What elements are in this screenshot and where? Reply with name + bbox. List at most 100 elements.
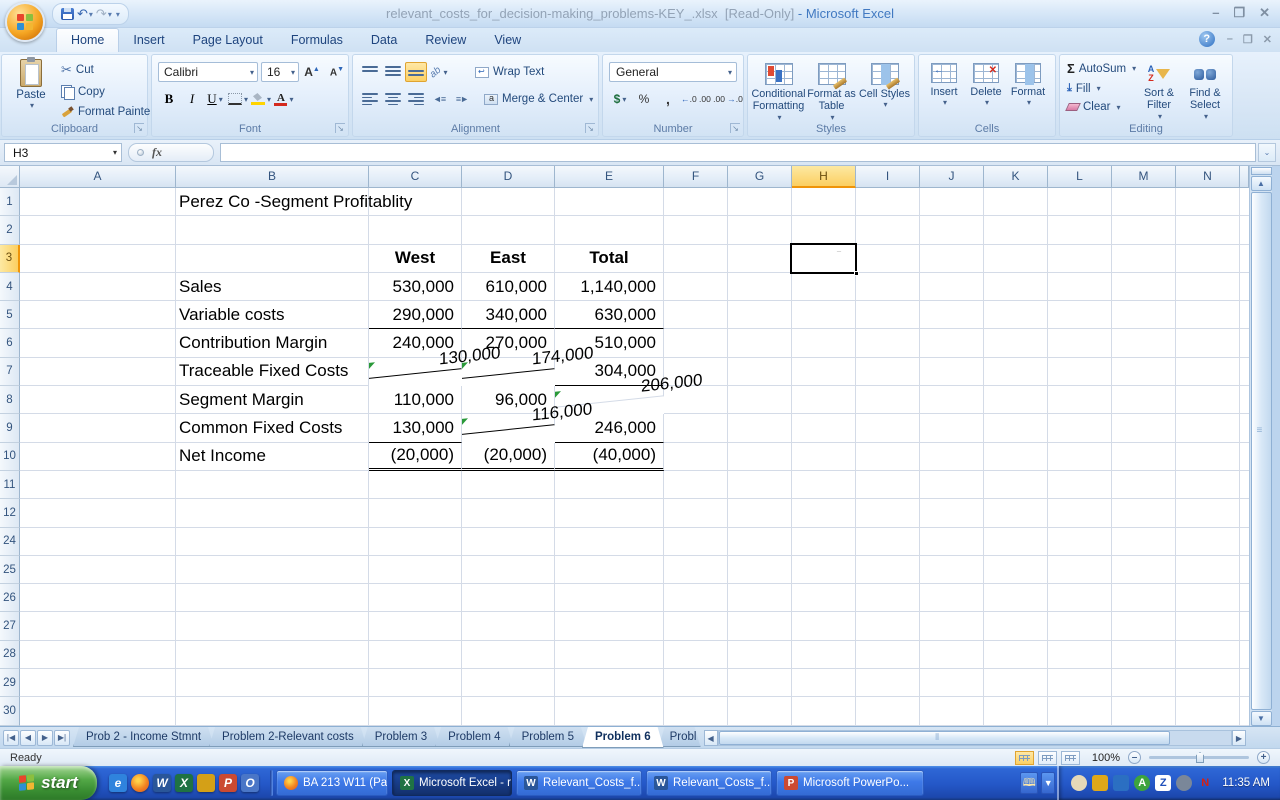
cell-J3[interactable] <box>920 245 984 273</box>
cell-E11[interactable] <box>555 471 664 499</box>
close-button[interactable]: ✕ <box>1259 5 1270 21</box>
cell-J5[interactable] <box>920 301 984 329</box>
cell-J25[interactable] <box>920 556 984 584</box>
cell-I7[interactable] <box>856 358 920 386</box>
cell-A24[interactable] <box>20 528 176 556</box>
cell-L3[interactable] <box>1048 245 1112 273</box>
cell-L5[interactable] <box>1048 301 1112 329</box>
cell-H12[interactable] <box>792 499 856 527</box>
cell-F9[interactable] <box>664 414 728 442</box>
decrease-decimal-button[interactable]: .00 →.0 <box>713 89 743 109</box>
cell-C4[interactable]: 530,000 <box>369 273 462 301</box>
cell-B30[interactable] <box>176 697 369 725</box>
zoom-level[interactable]: 100% <box>1092 752 1120 764</box>
cell-D24[interactable] <box>462 528 555 556</box>
cell-B9[interactable]: Common Fixed Costs <box>176 414 369 442</box>
cell-J2[interactable] <box>920 216 984 244</box>
cell-D1[interactable] <box>462 188 555 216</box>
column-header-G[interactable]: G <box>728 166 792 188</box>
cell-C8[interactable]: 110,000 <box>369 386 462 414</box>
cell-F11[interactable] <box>664 471 728 499</box>
cell-B29[interactable] <box>176 669 369 697</box>
cell-N4[interactable] <box>1176 273 1240 301</box>
cell-H9[interactable] <box>792 414 856 442</box>
restore-button[interactable]: ❐ <box>1233 5 1245 21</box>
cell-H24[interactable] <box>792 528 856 556</box>
cell-B3[interactable] <box>176 245 369 273</box>
align-bottom-button[interactable] <box>405 62 427 82</box>
workbook-restore-button[interactable]: ❐ <box>1243 33 1253 46</box>
cell-J28[interactable] <box>920 641 984 669</box>
minimize-button[interactable]: – <box>1212 5 1219 21</box>
cell-K3[interactable] <box>984 245 1048 273</box>
cell-H26[interactable] <box>792 584 856 612</box>
cell-K8[interactable] <box>984 386 1048 414</box>
cell-N5[interactable] <box>1176 301 1240 329</box>
cell-C27[interactable] <box>369 612 462 640</box>
task-button-microsoft-excel-r[interactable]: XMicrosoft Excel - r... <box>392 770 512 796</box>
cell-E10[interactable]: (40,000) <box>555 443 664 471</box>
cell-B24[interactable] <box>176 528 369 556</box>
name-box[interactable]: H3▾ <box>4 143 122 162</box>
formula-input[interactable] <box>220 143 1256 162</box>
globe-icon[interactable] <box>1176 775 1192 791</box>
cell-J11[interactable] <box>920 471 984 499</box>
row-header-12[interactable]: 12 <box>0 499 20 527</box>
cell-M28[interactable] <box>1112 641 1176 669</box>
ribbon-tab-review[interactable]: Review <box>411 29 480 52</box>
cell-N29[interactable] <box>1176 669 1240 697</box>
number-dialog-launcher-icon[interactable]: ↘ <box>730 123 740 133</box>
cell-A6[interactable] <box>20 329 176 357</box>
ribbon-tab-insert[interactable]: Insert <box>119 29 178 52</box>
cell-N24[interactable] <box>1176 528 1240 556</box>
cell-K25[interactable] <box>984 556 1048 584</box>
column-header-F[interactable]: F <box>664 166 728 188</box>
cell-F6[interactable] <box>664 329 728 357</box>
cell-B12[interactable] <box>176 499 369 527</box>
task-button-relevant-costs-f[interactable]: WRelevant_Costs_f... <box>516 770 642 796</box>
workbook-close-button[interactable]: ✕ <box>1263 33 1272 46</box>
cell-J9[interactable] <box>920 414 984 442</box>
cell-L26[interactable] <box>1048 584 1112 612</box>
insert-cells-button[interactable]: Insert▾ <box>923 57 965 123</box>
cut-button[interactable]: ✂Cut <box>58 61 157 79</box>
cell-I27[interactable] <box>856 612 920 640</box>
cell-B8[interactable]: Segment Margin <box>176 386 369 414</box>
align-right-button[interactable] <box>405 89 427 109</box>
cell-H29[interactable] <box>792 669 856 697</box>
increase-indent-button[interactable]: ≡► <box>451 89 473 109</box>
expand-formula-bar-icon[interactable]: ⌄ <box>1258 143 1276 162</box>
number-format-select[interactable]: General▾ <box>609 62 737 82</box>
cell-L1[interactable] <box>1048 188 1112 216</box>
cell-D12[interactable] <box>462 499 555 527</box>
cell-F29[interactable] <box>664 669 728 697</box>
cell-I11[interactable] <box>856 471 920 499</box>
cell-K27[interactable] <box>984 612 1048 640</box>
help-icon[interactable]: ? <box>1199 31 1215 47</box>
cell-E27[interactable] <box>555 612 664 640</box>
cell-G10[interactable] <box>728 443 792 471</box>
cell-H7[interactable] <box>792 358 856 386</box>
selected-cell-H3[interactable] <box>790 243 857 274</box>
accounting-format-button[interactable]: $▾ <box>609 89 631 109</box>
firefox-icon[interactable] <box>131 774 149 792</box>
cell-F1[interactable] <box>664 188 728 216</box>
cell-D2[interactable] <box>462 216 555 244</box>
wrap-text-button[interactable]: Wrap Text <box>475 66 544 78</box>
cell-E28[interactable] <box>555 641 664 669</box>
format-painter-button[interactable]: Format Painter <box>58 104 157 119</box>
prev-sheet-icon[interactable]: ◀ <box>20 730 36 746</box>
cell-N3[interactable] <box>1176 245 1240 273</box>
sheet-tab-problem-6[interactable]: Problem 6 <box>582 727 664 748</box>
cell-K1[interactable] <box>984 188 1048 216</box>
column-header-N[interactable]: N <box>1176 166 1240 188</box>
cell-M11[interactable] <box>1112 471 1176 499</box>
scroll-left-icon[interactable]: ◀ <box>704 730 718 746</box>
cell-K30[interactable] <box>984 697 1048 725</box>
cell-B6[interactable]: Contribution Margin <box>176 329 369 357</box>
cell-M8[interactable] <box>1112 386 1176 414</box>
cell-N11[interactable] <box>1176 471 1240 499</box>
ribbon-tab-formulas[interactable]: Formulas <box>277 29 357 52</box>
row-header-1[interactable]: 1 <box>0 188 20 216</box>
cell-J30[interactable] <box>920 697 984 725</box>
